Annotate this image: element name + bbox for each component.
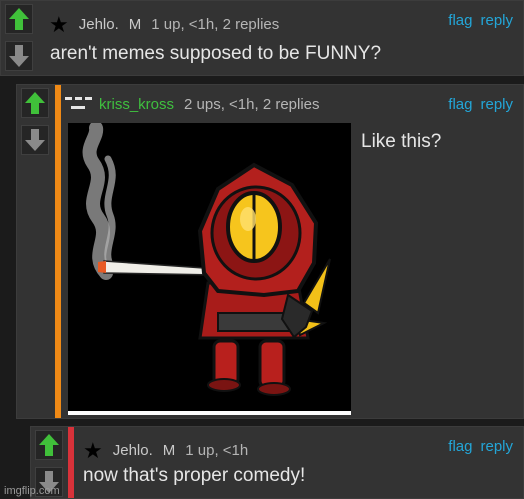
comment-text: Like this? <box>361 131 442 152</box>
reply-link[interactable]: reply <box>480 96 513 113</box>
upvote-button[interactable] <box>35 430 63 460</box>
image-bottom-edge <box>68 411 351 415</box>
comment-1: ★ Jehlo. M 1 up, <1h, 2 replies flag reply a… <box>0 0 524 76</box>
comment-actions: flag reply <box>440 438 513 455</box>
up-arrow-icon <box>9 8 29 30</box>
username-link[interactable]: kriss_kross <box>99 96 174 113</box>
star-icon: ★ <box>83 438 103 463</box>
comment-actions: flag reply <box>440 12 513 29</box>
mod-tag: M <box>128 16 142 33</box>
comment-actions: flag reply <box>440 96 513 113</box>
robot-smoking-image <box>82 123 331 396</box>
comment-text: aren't memes supposed to be FUNNY? <box>50 43 382 64</box>
username-link[interactable]: Jehlo. <box>79 16 119 33</box>
comment-stats: 1 up, <1h, 2 replies <box>151 16 280 33</box>
vote-column <box>17 85 53 418</box>
comment-text: now that's proper comedy! <box>83 465 306 486</box>
comment-3: ★ Jehlo. M 1 up, <1h flag reply now that's p… <box>30 426 524 499</box>
comment-meta: ★ Jehlo. M 1 up, <1h, 2 replies <box>49 12 289 38</box>
flag-link[interactable]: flag <box>448 12 472 29</box>
downvote-button[interactable] <box>21 125 49 155</box>
mod-tag: M <box>162 442 176 459</box>
comment-meta: ★ Jehlo. M 1 up, <1h <box>83 438 258 464</box>
down-arrow-icon <box>9 45 29 67</box>
star-icon: ★ <box>49 12 69 37</box>
flag-link[interactable]: flag <box>448 96 472 113</box>
upvote-button[interactable] <box>21 88 49 118</box>
comment-stats: 2 ups, <1h, 2 replies <box>184 96 320 113</box>
reply-thread-bar <box>55 85 61 418</box>
username-link[interactable]: Jehlo. <box>113 442 153 459</box>
down-arrow-icon <box>25 129 45 151</box>
up-arrow-icon <box>25 92 45 114</box>
comment-stats: 1 up, <1h <box>185 442 249 459</box>
vote-column <box>1 1 37 75</box>
up-arrow-icon <box>39 434 59 456</box>
comment-2: kriss_kross 2 ups, <1h, 2 replies flag rep… <box>16 84 524 419</box>
comment-meta: kriss_kross 2 ups, <1h, 2 replies <box>99 96 330 113</box>
reply-thread-bar <box>68 427 74 498</box>
reply-link[interactable]: reply <box>480 438 513 455</box>
flag-link[interactable]: flag <box>448 438 472 455</box>
comment-image[interactable] <box>68 123 351 415</box>
downvote-button[interactable] <box>5 41 33 71</box>
reply-link[interactable]: reply <box>480 12 513 29</box>
upvote-button[interactable] <box>5 4 33 34</box>
watermark: imgflip.com <box>4 485 60 497</box>
flair-icon <box>65 97 93 113</box>
